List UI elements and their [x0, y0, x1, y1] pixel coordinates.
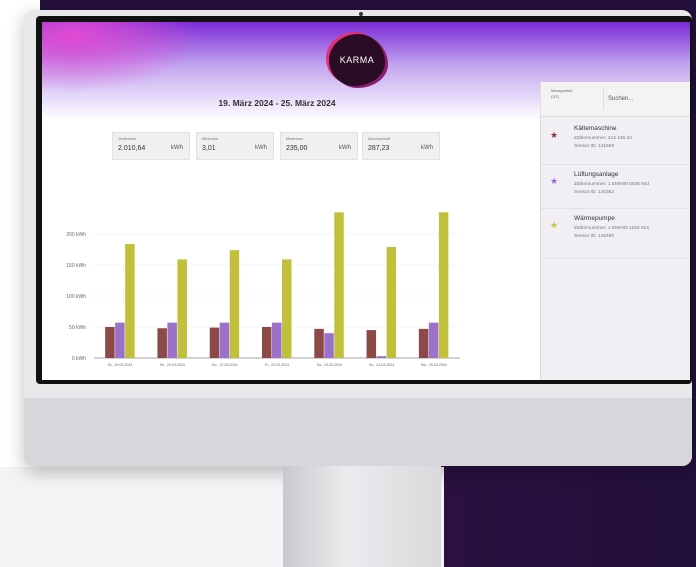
bar-0-2 — [209, 327, 220, 358]
item-sensor: Sensor ID: 141559 — [574, 144, 615, 149]
x-tick-label: Di., 19.03.2024 — [108, 363, 132, 367]
star-icon: ★ — [550, 220, 559, 230]
bar-2-3 — [282, 259, 292, 358]
monitor-stand — [283, 466, 441, 567]
stat-unit: kWh — [421, 145, 433, 151]
logo-text: KARMA — [339, 55, 375, 65]
bar-2-5 — [386, 247, 397, 358]
stat-maximum: Maximum 235,00 kWh — [280, 132, 358, 160]
item-meter: Zählernummer: 1 EMH00 0836 943 — [574, 182, 650, 187]
stat-consumption: Verbrauch 2.010,64 kWh — [112, 132, 190, 160]
bar-1-4 — [324, 333, 334, 358]
x-tick-label: Sa., 23.03.2024 — [317, 363, 342, 367]
measuring-points-count: (3/7) — [551, 94, 560, 99]
list-item-waermepumpe[interactable]: ★ Wärmepumpe Zählernummer: 1 EMH00 1168 … — [541, 212, 690, 256]
x-tick-label: Fr., 22.03.2024 — [265, 363, 289, 367]
bar-2-1 — [177, 259, 187, 358]
x-tick-label: Do., 21.03.2024 — [212, 363, 238, 367]
stat-unit: kWh — [255, 145, 267, 151]
y-tick-label: 200 kWh — [66, 232, 86, 238]
item-name: Kältemaschine — [574, 125, 617, 132]
x-tick-label: Mi., 20.03.2024 — [160, 363, 185, 367]
app-screen: KARMA 19. März 2024 - 25. März 2024 Verb… — [42, 22, 690, 380]
stat-value: 2.010,64 — [118, 145, 146, 152]
stat-unit: kWh — [171, 145, 183, 151]
stat-label: Durchschnitt — [368, 136, 391, 141]
logo[interactable]: KARMA — [329, 34, 385, 86]
camera-icon — [359, 12, 363, 16]
bar-2-0 — [125, 243, 135, 358]
list-item-kaeltemaschine[interactable]: ★ Kältemaschine Zählernummer: 212 246 34… — [541, 122, 690, 166]
bar-2-4 — [334, 212, 344, 358]
bar-1-6 — [428, 322, 439, 358]
divider — [541, 258, 690, 259]
star-icon: ★ — [550, 176, 559, 186]
list-item-lueftungsanlage[interactable]: ★ Lüftungsanlage Zählernummer: 1 EMH00 0… — [541, 168, 690, 212]
bar-2-2 — [229, 250, 240, 358]
item-meter: Zählernummer: 212 246 34 — [574, 136, 632, 141]
stat-label: Maximum — [286, 136, 304, 141]
bar-2-6 — [438, 212, 449, 358]
x-tick-label: Mo., 25.03.2024 — [421, 363, 447, 367]
panel-toolbar: Messpunkte (3/7) Suchen... — [541, 82, 690, 117]
stat-value: 3,01 — [202, 145, 216, 152]
item-sensor: Sensor ID: 140382 — [574, 190, 615, 195]
bar-0-3 — [262, 327, 272, 358]
stat-minimum: Minimum 3,01 kWh — [196, 132, 274, 160]
bar-0-0 — [105, 327, 115, 358]
y-tick-label: 150 kWh — [66, 263, 86, 269]
measuring-points-label: Messpunkte — [551, 88, 573, 93]
bar-1-1 — [167, 322, 177, 358]
item-name: Wärmepumpe — [574, 215, 615, 222]
stat-value: 235,00 — [286, 145, 308, 152]
consumption-chart: 0 kWh 50 kWh 100 kWh 150 kWh 200 kWh Di., 19.… — [66, 212, 460, 367]
page-title: 19. März 2024 - 25. März 2024 — [218, 98, 336, 108]
bar-1-3 — [272, 322, 282, 358]
stat-value: 287,23 — [368, 145, 390, 152]
stat-label: Verbrauch — [118, 136, 137, 141]
search-input[interactable]: Suchen... — [603, 88, 690, 110]
stat-label: Minimum — [202, 136, 219, 141]
bar-0-4 — [314, 328, 324, 358]
y-tick-label: 100 kWh — [66, 294, 86, 300]
measuring-points-panel: Messpunkte (3/7) Suchen... ★ Kältemaschi… — [540, 82, 690, 380]
item-meter: Zählernummer: 1 EMH00 1168 913 — [574, 226, 649, 231]
star-icon: ★ — [550, 130, 559, 140]
header-glow — [42, 22, 202, 92]
x-tick-label: So., 24.03.2024 — [369, 363, 394, 367]
divider — [541, 208, 690, 209]
y-tick-label: 50 kWh — [69, 325, 86, 331]
stat-average: Durchschnitt 287,23 kWh — [362, 132, 440, 160]
monitor-chin — [24, 398, 692, 466]
divider — [541, 164, 690, 165]
bar-1-0 — [115, 322, 125, 358]
stat-unit: kWh — [339, 145, 351, 151]
bar-1-2 — [219, 322, 230, 358]
y-tick-label: 0 kWh — [72, 356, 86, 362]
bar-0-1 — [157, 328, 167, 358]
bar-1-5 — [376, 356, 387, 358]
bar-0-6 — [418, 328, 429, 358]
item-sensor: Sensor ID: 148490 — [574, 234, 615, 239]
bar-0-5 — [366, 330, 377, 358]
item-name: Lüftungsanlage — [574, 171, 619, 178]
